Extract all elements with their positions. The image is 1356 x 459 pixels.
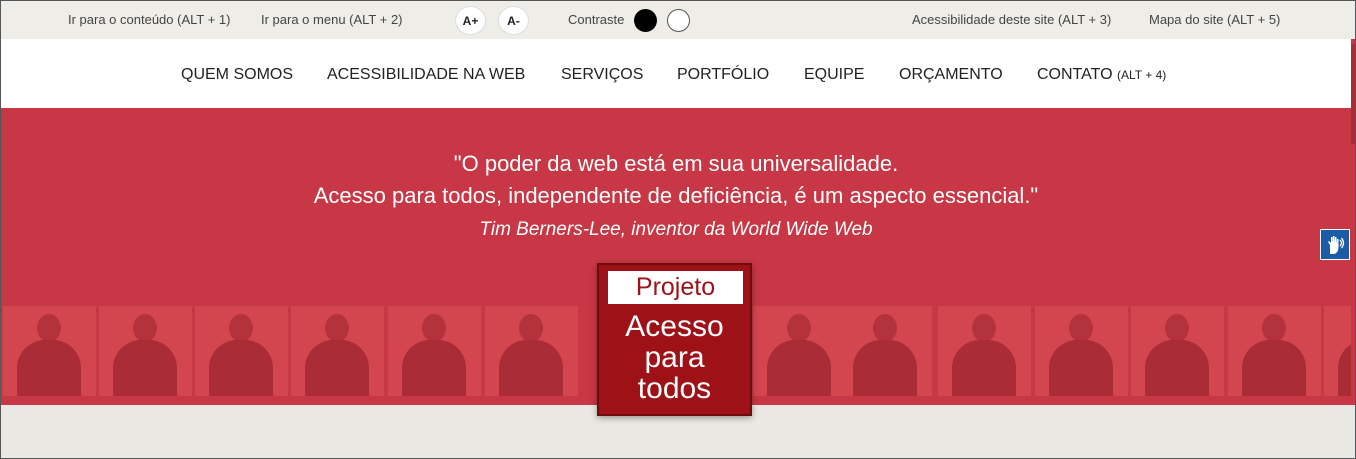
quote-line-1: "O poder da web está em sua universalida…	[453, 151, 899, 176]
main-menu: QUEM SOMOS ACESSIBILIDADE NA WEB SERVIÇO…	[1, 39, 1351, 108]
menu-item-contato[interactable]: CONTATO (ALT + 4)	[1037, 66, 1166, 84]
person-photo	[99, 306, 192, 396]
person-photo	[195, 306, 288, 396]
person-photo	[938, 306, 1031, 396]
person-photo	[1035, 306, 1128, 396]
sign-language-hand-icon[interactable]	[1320, 229, 1350, 260]
skip-to-content-link[interactable]: Ir para o conteúdo (ALT + 1)	[68, 12, 230, 27]
logo-line-todos: todos	[637, 372, 712, 405]
hand-icon-glyph	[1328, 235, 1345, 254]
skip-to-menu-link[interactable]: Ir para o menu (ALT + 2)	[261, 12, 403, 27]
font-decrease-button[interactable]: A-	[498, 6, 529, 35]
person-photo	[753, 306, 846, 396]
quote-author: Tim Berners-Lee, inventor da World Wide …	[479, 219, 873, 240]
logo-line-para: para	[644, 341, 705, 374]
menu-item-quem-somos[interactable]: QUEM SOMOS	[181, 66, 293, 84]
projeto-acesso-logo[interactable]: Projeto Acesso para todos	[597, 263, 752, 416]
menu-item-orcamento[interactable]: ORÇAMENTO	[899, 66, 1003, 84]
contrast-dark-button[interactable]	[634, 9, 657, 32]
menu-item-portfolio[interactable]: PORTFÓLIO	[677, 66, 769, 84]
scrollbar-thumb[interactable]	[1351, 44, 1355, 144]
menu-item-acessibilidade-na-web[interactable]: ACESSIBILIDADE NA WEB	[327, 66, 525, 84]
font-increase-button[interactable]: A+	[455, 6, 486, 35]
contato-shortcut: (ALT + 4)	[1117, 68, 1167, 82]
contrast-light-button[interactable]	[667, 9, 690, 32]
logo-acesso-para-todos: Acesso para todos	[599, 311, 750, 404]
sitemap-link[interactable]: Mapa do site (ALT + 5)	[1149, 12, 1280, 27]
person-photo	[388, 306, 481, 396]
menu-item-equipe[interactable]: EQUIPE	[804, 66, 864, 84]
quote-line-2: Acesso para todos, independente de defic…	[313, 183, 1039, 208]
accessibility-bar: Ir para o conteúdo (ALT + 1) Ir para o m…	[0, 0, 1356, 39]
menu-item-servicos[interactable]: SERVIÇOS	[561, 66, 643, 84]
logo-projeto-text: Projeto	[608, 271, 743, 304]
person-photo	[1324, 306, 1351, 396]
person-photo	[485, 306, 578, 396]
person-photo	[3, 306, 96, 396]
accessibility-link[interactable]: Acessibilidade deste site (ALT + 3)	[912, 12, 1111, 27]
person-photo	[291, 306, 384, 396]
person-photo	[1228, 306, 1321, 396]
person-photo	[839, 306, 932, 396]
logo-line-acesso: Acesso	[625, 310, 724, 343]
contato-label: CONTATO	[1037, 66, 1113, 83]
person-photo	[1131, 306, 1224, 396]
contrast-label: Contraste	[568, 12, 625, 27]
